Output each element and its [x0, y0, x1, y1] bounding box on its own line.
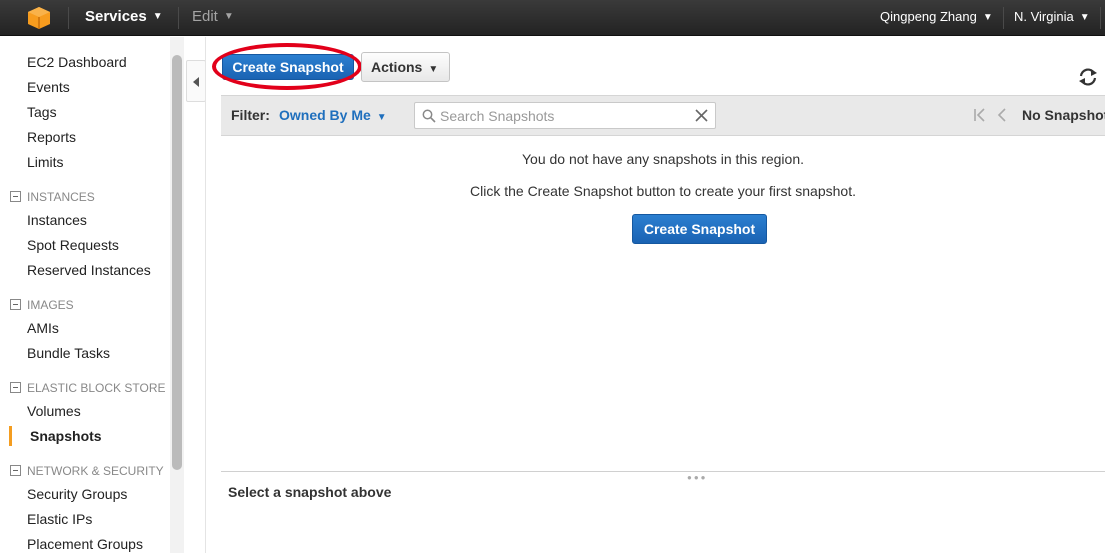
refresh-icon[interactable] [1077, 66, 1099, 88]
drag-handle-icon[interactable]: ●●● [687, 473, 708, 482]
search-box[interactable] [414, 102, 716, 129]
chevron-down-icon: ▼ [428, 64, 439, 75]
actions-button[interactable]: Actions ▼ [361, 52, 450, 82]
sidebar-section-elastic-block-store[interactable]: ELASTIC BLOCK STORE [10, 381, 166, 395]
section-title: NETWORK & SECURITY [27, 464, 164, 478]
sidebar-section-instances[interactable]: INSTANCES [10, 190, 95, 204]
aws-logo-icon[interactable] [27, 6, 51, 30]
services-menu[interactable]: Services ▼ [85, 0, 163, 36]
paging-status: No Snapshots [1022, 107, 1105, 123]
empty-state-message: You do not have any snapshots in this re… [521, 151, 805, 167]
active-item-marker [9, 426, 12, 446]
details-pane-title: Select a snapshot above [228, 484, 392, 500]
topbar-divider [68, 7, 69, 29]
first-page-icon[interactable] [973, 108, 987, 122]
edit-label: Edit [192, 8, 218, 25]
collapse-icon [10, 465, 21, 476]
sidebar-scrollbar-thumb[interactable] [172, 55, 182, 470]
section-title: IMAGES [27, 298, 74, 312]
highlight-ring [212, 43, 362, 90]
sidebar-item-ec2-dashboard[interactable]: EC2 Dashboard [27, 54, 127, 70]
section-title: INSTANCES [27, 190, 95, 204]
owner-filter-dropdown[interactable]: Owned By Me ▼ [279, 107, 387, 123]
chevron-down-icon: ▼ [1079, 11, 1090, 23]
user-name: Qingpeng Zhang [880, 9, 977, 24]
sidebar-section-images[interactable]: IMAGES [10, 298, 74, 312]
edit-menu[interactable]: Edit ▼ [192, 0, 234, 36]
collapse-icon [10, 191, 21, 202]
chevron-down-icon: ▼ [376, 112, 387, 123]
sidebar-section-network-security[interactable]: NETWORK & SECURITY [10, 464, 164, 478]
chevron-down-icon: ▼ [223, 11, 234, 23]
search-input[interactable] [440, 103, 690, 128]
sidebar-item-instances[interactable]: Instances [27, 212, 87, 228]
search-icon [422, 109, 436, 123]
sidebar-item-volumes[interactable]: Volumes [27, 403, 81, 419]
sidebar-item-snapshots[interactable]: Snapshots [30, 428, 102, 444]
actions-label: Actions [371, 59, 423, 75]
chevron-down-icon: ▼ [982, 11, 993, 23]
services-label: Services [85, 8, 147, 25]
sidebar-item-amis[interactable]: AMIs [27, 320, 59, 336]
region-menu[interactable]: N. Virginia ▼ [1014, 0, 1090, 36]
topbar-divider [1003, 7, 1004, 29]
sidebar-item-bundle-tasks[interactable]: Bundle Tasks [27, 345, 110, 361]
sidebar-item-events[interactable]: Events [27, 79, 70, 95]
user-menu[interactable]: Qingpeng Zhang ▼ [880, 0, 993, 36]
sidebar-item-reports[interactable]: Reports [27, 129, 76, 145]
sidebar-item-elastic-ips[interactable]: Elastic IPs [27, 511, 92, 527]
filter-label: Filter: [231, 107, 270, 123]
triangle-left-icon [193, 77, 199, 87]
collapse-icon [10, 299, 21, 310]
sidebar-item-limits[interactable]: Limits [27, 154, 64, 170]
region-name: N. Virginia [1014, 9, 1074, 24]
sidebar-item-tags[interactable]: Tags [27, 104, 57, 120]
close-icon[interactable] [695, 109, 708, 122]
empty-state-hint: Click the Create Snapshot button to crea… [470, 183, 856, 199]
sidebar-item-security-groups[interactable]: Security Groups [27, 486, 127, 502]
sidebar-item-reserved-instances[interactable]: Reserved Instances [27, 262, 151, 278]
top-navigation-bar: Services ▼ Edit ▼ Qingpeng Zhang ▼ N. Virgi… [0, 0, 1105, 36]
details-splitter[interactable] [221, 471, 1105, 472]
collapse-icon [10, 382, 21, 393]
filter-bar: Filter: Owned By Me ▼ No Snapshots [221, 95, 1105, 136]
collapse-sidebar-button[interactable] [186, 60, 206, 102]
sidebar-item-spot-requests[interactable]: Spot Requests [27, 237, 119, 253]
create-snapshot-button-main[interactable]: Create Snapshot [632, 214, 767, 244]
sidebar-item-placement-groups[interactable]: Placement Groups [27, 536, 143, 552]
owner-filter-value: Owned By Me [279, 107, 371, 123]
chevron-down-icon: ▼ [152, 11, 163, 23]
topbar-divider [1100, 7, 1101, 29]
sidebar: EC2 Dashboard Events Tags Reports Limits… [0, 37, 170, 553]
section-title: ELASTIC BLOCK STORE [27, 381, 166, 395]
topbar-divider [178, 7, 179, 29]
sidebar-divider [205, 37, 206, 553]
previous-page-icon[interactable] [997, 108, 1007, 122]
